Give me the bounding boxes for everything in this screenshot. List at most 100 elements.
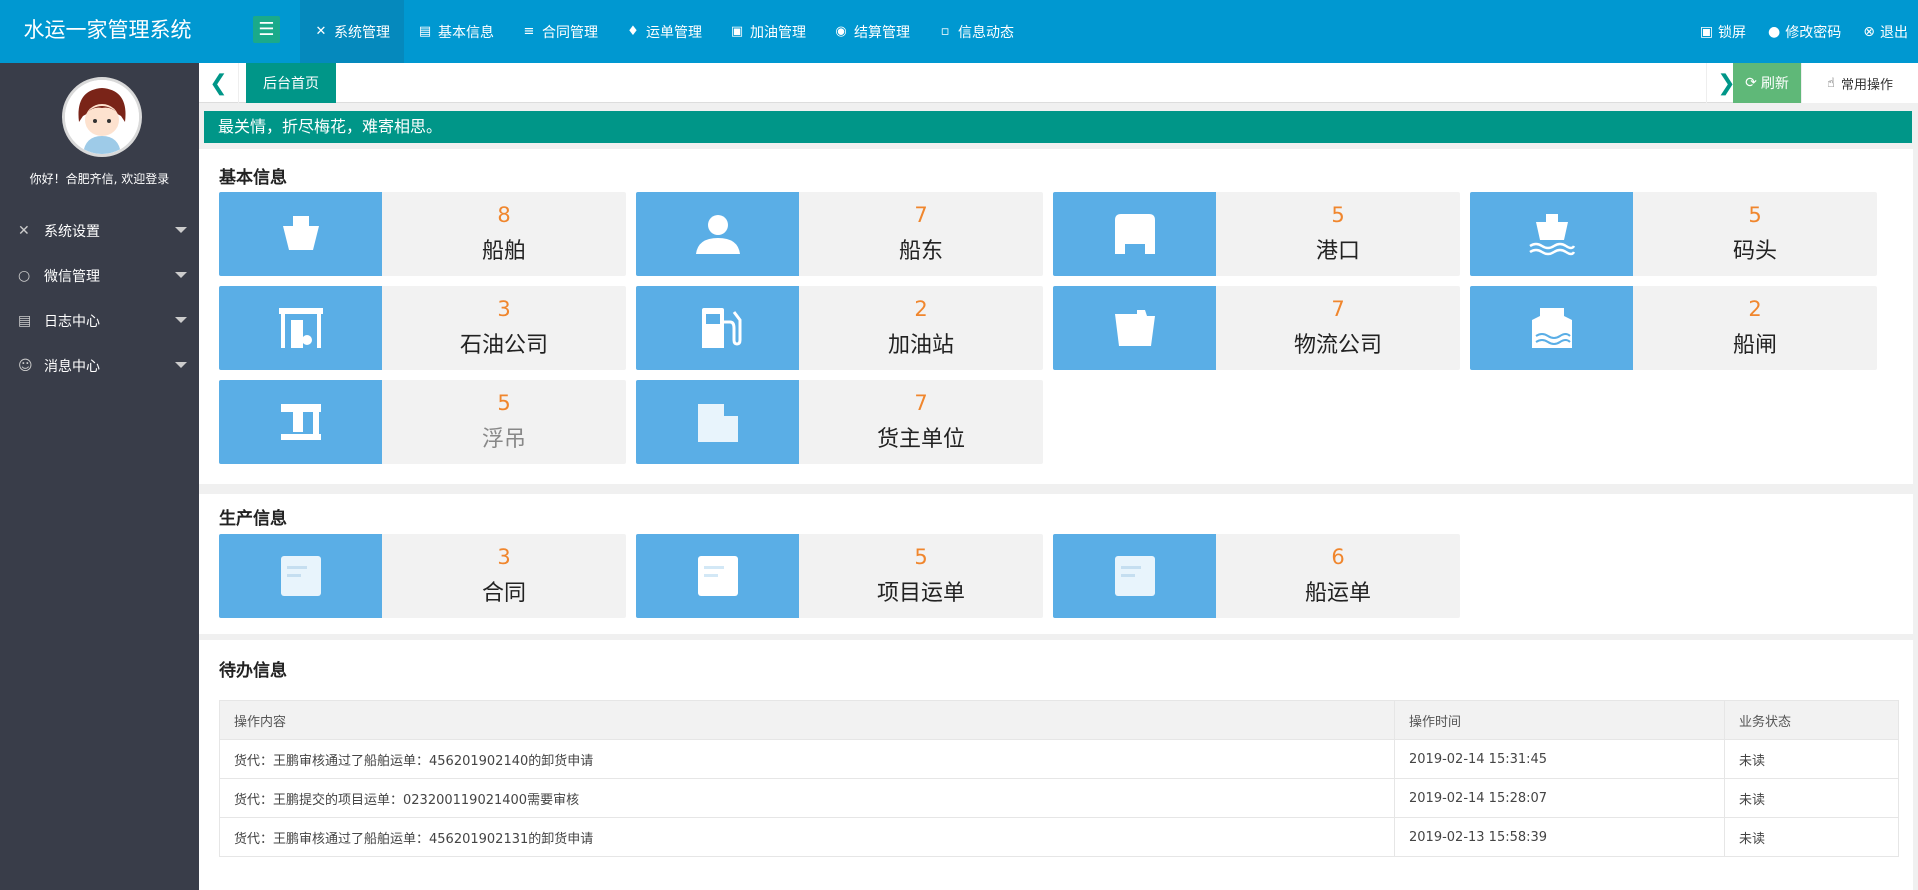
stat-card-shipowner[interactable]: 7 船东 xyxy=(636,192,1043,276)
column-header: 业务状态 xyxy=(1724,700,1899,740)
wechat-icon: ○ xyxy=(18,267,31,284)
nav-news[interactable]: ▫ 信息动态 xyxy=(924,0,1028,63)
stat-card-project-waybill[interactable]: 5 项目运单 xyxy=(636,534,1043,618)
todo-table: 操作内容 操作时间 业务状态 货代：王鹏审核通过了船舶运单：4562019021… xyxy=(219,700,1899,857)
lock-screen-label: 锁屏 xyxy=(1718,24,1747,41)
stat-label: 石油公司 xyxy=(459,333,548,358)
nav-label: 基本信息 xyxy=(438,24,494,41)
top-header: 水运一家管理系统 ☰ ✕ 系统管理 ▤ 基本信息 ≡ 合同管理 ♦ 运单管理 ▣… xyxy=(0,0,1918,63)
stat-card-contract[interactable]: 3 合同 xyxy=(219,534,626,618)
port-icon xyxy=(1053,192,1216,276)
wrench-icon: ✕ xyxy=(315,24,327,39)
stat-label: 船舶 xyxy=(481,239,526,264)
nav-basic-info[interactable]: ▤ 基本信息 xyxy=(404,0,508,63)
table-row[interactable]: 货代：王鹏审核通过了船舶运单：456201902131的卸货申请 2019-02… xyxy=(219,817,1899,857)
refresh-label: 刷新 xyxy=(1760,76,1789,92)
stat-count: 5 xyxy=(914,545,928,569)
stat-card-port[interactable]: 5 港口 xyxy=(1053,192,1460,276)
nav-system[interactable]: ✕ 系统管理 xyxy=(300,0,404,63)
refresh-button[interactable]: ⟳ 刷新 xyxy=(1733,63,1801,103)
cell-status: 未读 xyxy=(1724,739,1899,779)
nav-contract[interactable]: ≡ 合同管理 xyxy=(508,0,612,63)
stat-card-cargo-owner[interactable]: 7 货主单位 xyxy=(636,380,1043,464)
sidebar-item-label: 微信管理 xyxy=(44,268,100,285)
stat-card-oil-company[interactable]: 3 石油公司 xyxy=(219,286,626,370)
database-icon: ◉ xyxy=(835,24,847,39)
stat-card-gas-station[interactable]: 2 加油站 xyxy=(636,286,1043,370)
cell-content: 货代：王鹏审核通过了船舶运单：456201902131的卸货申请 xyxy=(219,817,1395,857)
nav-label: 信息动态 xyxy=(958,24,1014,41)
menu-toggle-button[interactable]: ☰ xyxy=(253,16,280,43)
hand-pointer-icon: ☝ xyxy=(1827,75,1835,91)
stat-card-ship-waybill[interactable]: 6 船运单 xyxy=(1053,534,1460,618)
common-ops-label: 常用操作 xyxy=(1840,77,1893,93)
nav-label: 合同管理 xyxy=(542,24,598,41)
lock-screen-button[interactable]: ▣ 锁屏 xyxy=(1700,22,1746,42)
nav-waybill[interactable]: ♦ 运单管理 xyxy=(612,0,716,63)
stat-label: 物流公司 xyxy=(1293,333,1382,358)
stat-card-ship-lock[interactable]: 2 船闸 xyxy=(1470,286,1877,370)
stat-count: 3 xyxy=(497,545,511,569)
close-circle-icon: ⊗ xyxy=(1863,23,1875,40)
nav-label: 系统管理 xyxy=(334,24,390,41)
cell-content: 货代：王鹏审核通过了船舶运单：456201902140的卸货申请 xyxy=(219,739,1395,779)
caret-down-icon xyxy=(175,362,187,368)
ship-waybill-icon xyxy=(1053,534,1216,618)
chat-icon: ▫ xyxy=(940,24,950,39)
truck-icon xyxy=(1053,286,1216,370)
cell-status: 未读 xyxy=(1724,778,1899,818)
sidebar-item-system-settings[interactable]: ✕ 系统设置 xyxy=(0,208,199,253)
caret-down-icon xyxy=(175,272,187,278)
chevron-left-icon: ❮ xyxy=(209,70,228,96)
log-icon: ▤ xyxy=(18,312,32,329)
table-header-row: 操作内容 操作时间 业务状态 xyxy=(219,700,1899,740)
stat-card-floating-crane[interactable]: 5 浮吊 xyxy=(219,380,626,464)
stat-count: 7 xyxy=(1331,297,1345,321)
top-nav: ✕ 系统管理 ▤ 基本信息 ≡ 合同管理 ♦ 运单管理 ▣ 加油管理 ◉ 结算管… xyxy=(300,0,1028,63)
section-title: 基本信息 xyxy=(219,168,287,188)
change-password-button[interactable]: ● 修改密码 xyxy=(1768,22,1841,42)
logout-button[interactable]: ⊗ 退出 xyxy=(1863,22,1908,42)
sidebar-item-wechat[interactable]: ○ 微信管理 xyxy=(0,253,199,298)
building-icon xyxy=(636,380,799,464)
nav-settlement[interactable]: ◉ 结算管理 xyxy=(820,0,924,63)
stat-count: 5 xyxy=(497,391,511,415)
sidebar-item-label: 系统设置 xyxy=(44,223,100,240)
cell-time: 2019-02-13 15:58:39 xyxy=(1394,817,1725,857)
sidebar-item-log-center[interactable]: ▤ 日志中心 xyxy=(0,298,199,343)
list-icon: ≡ xyxy=(523,24,535,39)
table-row[interactable]: 货代：王鹏提交的项目运单：023200119021400需要审核 2019-02… xyxy=(219,778,1899,818)
side-menu: ✕ 系统设置 ○ 微信管理 ▤ 日志中心 ☺ 消息中心 xyxy=(0,208,199,388)
sidebar-item-label: 日志中心 xyxy=(44,313,100,330)
waybill-icon xyxy=(636,534,799,618)
section-title: 生产信息 xyxy=(219,509,287,529)
column-header: 操作内容 xyxy=(219,700,1395,740)
tab-prev-button[interactable]: ❮ xyxy=(199,63,239,103)
wrench-icon: ✕ xyxy=(18,222,30,239)
stat-count: 2 xyxy=(914,297,928,321)
stat-card-ship[interactable]: 8 船舶 xyxy=(219,192,626,276)
stat-card-logistics[interactable]: 7 物流公司 xyxy=(1053,286,1460,370)
dock-icon xyxy=(1470,192,1633,276)
stat-label: 港口 xyxy=(1315,239,1360,264)
oil-station-icon xyxy=(219,286,382,370)
stat-count: 8 xyxy=(497,203,511,227)
caret-down-icon xyxy=(175,227,187,233)
basic-info-panel: 基本信息 8 船舶 7 船东 5 港口 5 码头 3 石油公司 2 加油站 7 … xyxy=(199,149,1913,484)
gas-pump-icon xyxy=(636,286,799,370)
stat-label: 船东 xyxy=(898,239,943,264)
stat-label: 船闸 xyxy=(1732,333,1777,358)
avatar xyxy=(62,77,142,157)
tab-home[interactable]: 后台首页 xyxy=(246,63,336,103)
common-ops-button[interactable]: ☝ 常用操作 xyxy=(1801,63,1918,103)
nav-fuel[interactable]: ▣ 加油管理 xyxy=(716,0,820,63)
table-row[interactable]: 货代：王鹏审核通过了船舶运单：456201902140的卸货申请 2019-02… xyxy=(219,739,1899,779)
stat-card-dock[interactable]: 5 码头 xyxy=(1470,192,1877,276)
sidebar-item-message-center[interactable]: ☺ 消息中心 xyxy=(0,343,199,388)
app-title: 水运一家管理系统 xyxy=(23,17,192,42)
todo-panel: 待办信息 操作内容 操作时间 业务状态 货代：王鹏审核通过了船舶运单：45620… xyxy=(199,640,1913,890)
lock-gate-icon xyxy=(1470,286,1633,370)
tag-icon: ♦ xyxy=(627,24,639,39)
stat-label: 浮吊 xyxy=(481,427,526,452)
hamburger-icon: ☰ xyxy=(258,19,275,40)
